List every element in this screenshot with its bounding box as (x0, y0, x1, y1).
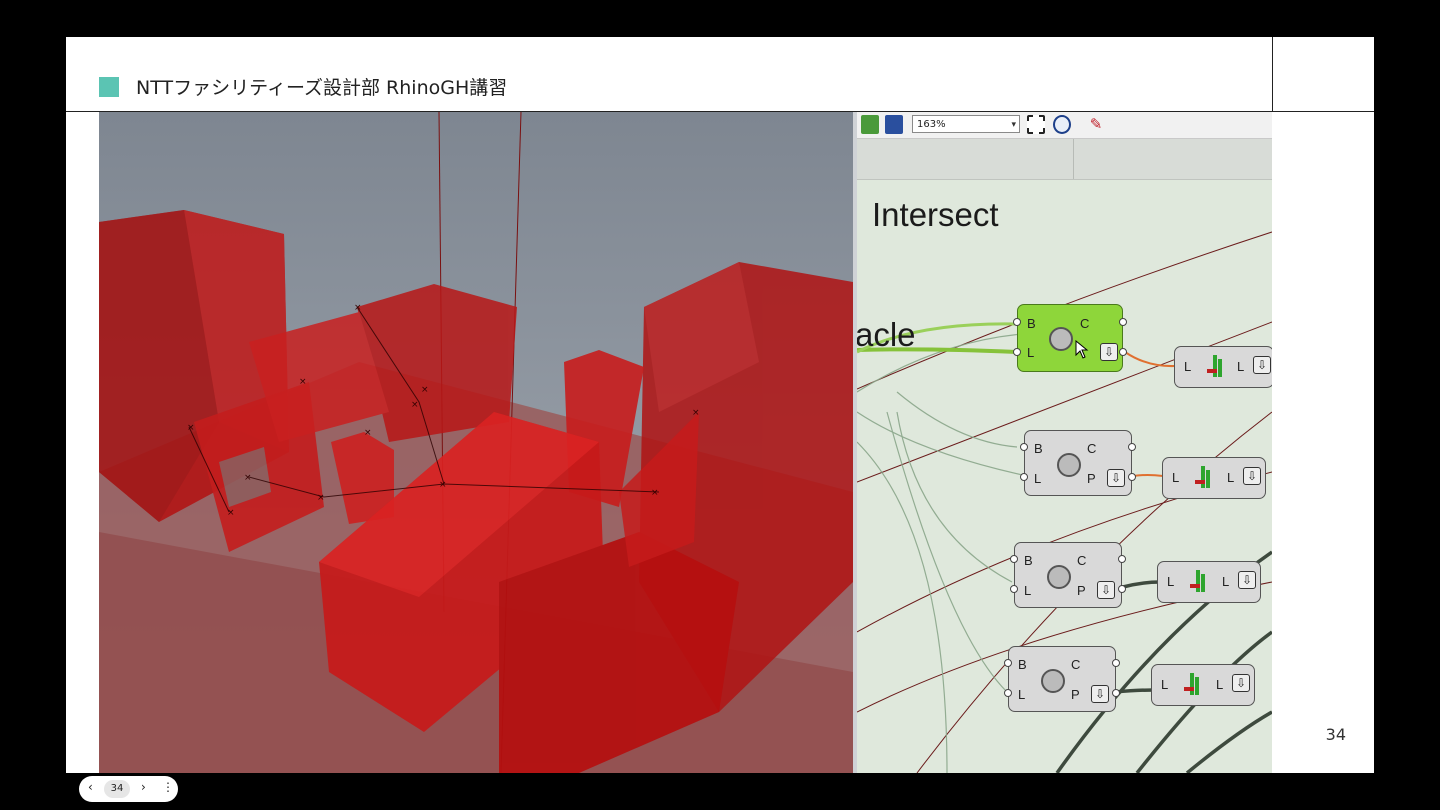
intersect-icon (1046, 565, 1071, 589)
input-grip[interactable] (1010, 555, 1018, 563)
input-b: B (1018, 657, 1027, 672)
svg-text:×: × (692, 408, 700, 418)
list-component-1[interactable]: L L ⇩ (1174, 346, 1272, 388)
title-accent-square (99, 77, 119, 97)
input-l: L (1018, 687, 1026, 702)
input-l: L (1024, 583, 1032, 598)
output-grip[interactable] (1128, 473, 1136, 481)
list-component-3[interactable]: L L ⇩ (1157, 561, 1261, 603)
header-vertical-divider (1272, 37, 1273, 112)
output-c: C (1071, 657, 1081, 672)
svg-text:×: × (651, 488, 659, 498)
slide-pager: ‹ 34 › ⋮ (79, 776, 178, 802)
svg-text:×: × (354, 303, 362, 313)
svg-text:×: × (299, 377, 307, 387)
download-icon[interactable]: ⇩ (1232, 674, 1250, 692)
input-l: L (1172, 470, 1180, 485)
svg-text:×: × (421, 385, 429, 395)
svg-text:×: × (439, 480, 447, 490)
svg-text:×: × (317, 493, 325, 503)
download-icon[interactable]: ⇩ (1091, 685, 1109, 703)
intersect-icon (1040, 669, 1065, 693)
input-l: L (1167, 574, 1175, 589)
section-title: Intersect (872, 196, 999, 233)
next-page-button[interactable]: › (141, 780, 146, 794)
svg-text:×: × (244, 473, 252, 483)
download-icon[interactable]: ⇩ (1107, 469, 1125, 487)
output-c: C (1080, 316, 1090, 331)
input-grip[interactable] (1004, 659, 1012, 667)
download-icon[interactable]: ⇩ (1243, 467, 1261, 485)
presentation-slide: NTTファシリティーズ設計部 RhinoGH講習 × × × × × × × ×… (66, 37, 1374, 773)
input-l: L (1027, 345, 1035, 360)
svg-text:×: × (364, 428, 372, 438)
slide-title: NTTファシリティーズ設計部 RhinoGH講習 (136, 77, 508, 99)
viewport-scene: ××× ××× ××× ××× (99, 112, 853, 773)
list-component-2[interactable]: L L ⇩ (1162, 457, 1266, 499)
more-options-icon[interactable]: ⋮ (162, 780, 174, 794)
input-b: B (1034, 441, 1043, 456)
cull-icon (1195, 466, 1210, 488)
output-grip[interactable] (1118, 585, 1126, 593)
input-b: B (1024, 553, 1033, 568)
download-icon[interactable]: ⇩ (1238, 571, 1256, 589)
intersect-component-3[interactable]: B L C P ⇩ (1010, 542, 1126, 608)
output-p: P (1071, 687, 1080, 702)
output-p: P (1077, 583, 1086, 598)
download-icon[interactable]: ⇩ (1100, 343, 1118, 361)
input-grip[interactable] (1013, 318, 1021, 326)
cull-icon (1184, 673, 1199, 695)
input-b: B (1027, 316, 1036, 331)
output-grip[interactable] (1118, 555, 1126, 563)
input-grip[interactable] (1010, 585, 1018, 593)
input-grip[interactable] (1004, 689, 1012, 697)
svg-text:×: × (187, 423, 195, 433)
page-number: 34 (1325, 725, 1346, 744)
output-grip[interactable] (1112, 689, 1120, 697)
output-p: P (1087, 471, 1096, 486)
output-l: L (1227, 470, 1235, 485)
rhino-viewport[interactable]: × × × × × × × × × × × × (99, 112, 853, 773)
output-l: L (1237, 359, 1245, 374)
mouse-cursor-icon (1075, 340, 1089, 359)
intersect-component-2[interactable]: B L C P ⇩ (1020, 430, 1136, 496)
input-l: L (1161, 677, 1169, 692)
input-grip[interactable] (1020, 473, 1028, 481)
current-page-indicator[interactable]: 34 (104, 780, 130, 798)
partial-group-label: acle (857, 316, 916, 353)
intersect-icon (1056, 453, 1081, 477)
output-grip[interactable] (1112, 659, 1120, 667)
cull-icon (1190, 570, 1205, 592)
output-c: C (1087, 441, 1097, 456)
intersect-icon (1049, 327, 1074, 351)
input-grip[interactable] (1013, 348, 1021, 356)
intersect-component-1[interactable]: B L C ⇩ (1013, 304, 1127, 372)
output-grip[interactable] (1119, 318, 1127, 326)
output-grip[interactable] (1119, 348, 1127, 356)
list-component-4[interactable]: L L ⇩ (1151, 664, 1255, 706)
download-icon[interactable]: ⇩ (1253, 356, 1271, 374)
output-l: L (1222, 574, 1230, 589)
svg-text:×: × (411, 400, 419, 410)
output-grip[interactable] (1128, 443, 1136, 451)
svg-text:×: × (227, 508, 235, 518)
output-c: C (1077, 553, 1087, 568)
input-l: L (1034, 471, 1042, 486)
grasshopper-canvas[interactable]: 163% ▾ ✎ Intersect acle B L C ⇩ B L C P … (857, 112, 1272, 773)
intersect-component-4[interactable]: B L C P ⇩ (1004, 646, 1120, 712)
input-grip[interactable] (1020, 443, 1028, 451)
output-l: L (1216, 677, 1224, 692)
cull-icon (1207, 355, 1222, 377)
download-icon[interactable]: ⇩ (1097, 581, 1115, 599)
input-l: L (1184, 359, 1192, 374)
prev-page-button[interactable]: ‹ (88, 780, 93, 794)
